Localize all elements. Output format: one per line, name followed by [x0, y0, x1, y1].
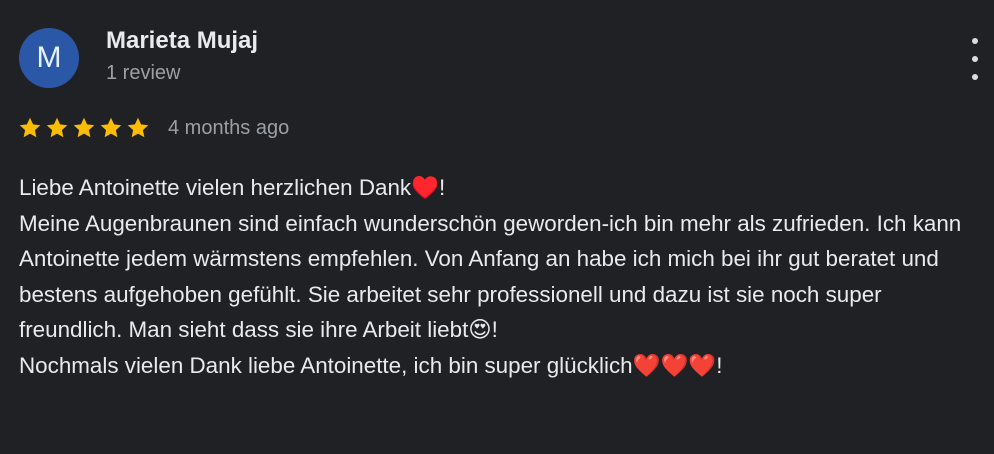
more-vert-icon [972, 38, 978, 44]
star-icon [73, 117, 95, 138]
author-name[interactable]: Marieta Mujaj [106, 27, 258, 55]
more-vert-icon-dot [972, 74, 978, 80]
review-count: 1 review [106, 62, 181, 84]
star-icon [46, 117, 68, 138]
rating-row: 4 months ago [18, 112, 289, 144]
more-vert-icon-dot [972, 56, 978, 62]
star-icon [100, 117, 122, 138]
star-icon [19, 117, 41, 138]
review-text: Liebe Antoinette vielen herzlichen Dank♥… [19, 175, 962, 378]
avatar[interactable]: M [19, 28, 79, 88]
star-rating [18, 116, 153, 140]
more-options-button[interactable] [962, 38, 988, 80]
review-timestamp: 4 months ago [168, 116, 290, 139]
star-icon [127, 117, 149, 138]
